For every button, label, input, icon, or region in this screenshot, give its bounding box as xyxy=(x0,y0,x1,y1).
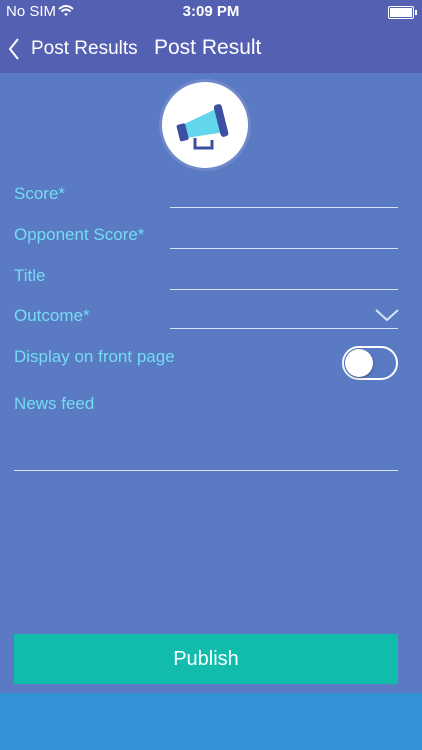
news-feed-input[interactable] xyxy=(14,420,398,471)
chevron-left-icon xyxy=(8,38,19,60)
title-input[interactable] xyxy=(170,259,398,290)
display-front-page-toggle[interactable] xyxy=(342,346,398,380)
back-label[interactable]: Post Results xyxy=(31,38,138,60)
battery-icon xyxy=(388,6,417,19)
outcome-select[interactable] xyxy=(170,298,398,329)
status-time: 3:09 PM xyxy=(182,3,240,20)
score-label: Score* xyxy=(14,184,66,203)
bottom-bar xyxy=(0,693,422,750)
nav-bar: Post Results Post Result xyxy=(0,24,422,73)
megaphone-icon xyxy=(176,104,229,150)
page-title: Post Result xyxy=(154,36,262,59)
opponent-score-label: Opponent Score* xyxy=(14,225,145,244)
title-label: Title xyxy=(14,266,46,285)
status-bar: No SIM 3:09 PM xyxy=(0,0,422,24)
news-feed-label: News feed xyxy=(14,394,95,413)
display-front-page-label: Display on front page xyxy=(14,347,175,366)
publish-button[interactable]: Publish xyxy=(14,634,398,684)
opponent-score-input[interactable] xyxy=(170,218,398,249)
outcome-label: Outcome* xyxy=(14,306,90,325)
score-input[interactable] xyxy=(170,177,398,208)
toggle-knob xyxy=(345,349,373,377)
megaphone-logo xyxy=(162,82,248,168)
chevron-down-icon[interactable] xyxy=(375,308,399,322)
